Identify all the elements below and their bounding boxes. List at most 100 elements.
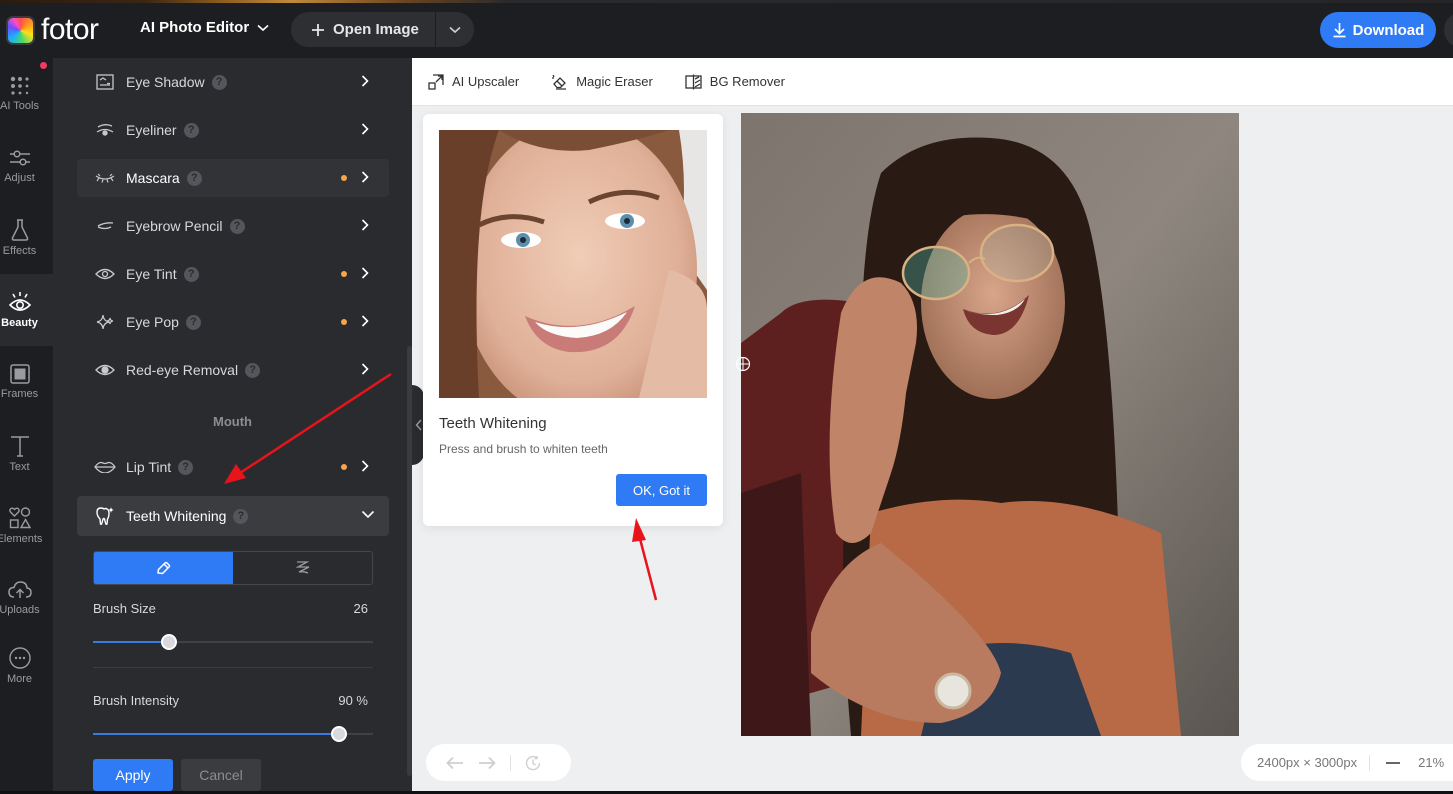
rail-label: Effects — [2, 245, 37, 257]
main-canvas-image[interactable] — [741, 113, 1239, 736]
help-icon[interactable]: ? — [183, 266, 199, 282]
open-image-button[interactable]: Open Image — [291, 12, 436, 47]
chevron-down-icon — [257, 24, 269, 31]
feature-label: Eye Shadow — [126, 74, 205, 90]
top-bar: fotor AI Photo Editor Open Image Downloa… — [0, 0, 1453, 58]
rail-label: Uploads — [0, 604, 40, 616]
erase-mode-button[interactable] — [233, 552, 372, 584]
pencil-icon — [156, 561, 170, 575]
help-icon[interactable]: ? — [233, 508, 249, 524]
download-icon — [1333, 23, 1346, 38]
eyebrow-icon — [94, 221, 116, 231]
mascara-icon — [94, 173, 116, 183]
help-icon[interactable]: ? — [183, 122, 199, 138]
rail-label: AI Tools — [0, 100, 39, 112]
chevron-right-icon — [361, 315, 369, 327]
logo-icon — [6, 15, 35, 45]
tooth-icon — [94, 506, 116, 526]
help-icon[interactable]: ? — [245, 362, 261, 378]
help-icon[interactable]: ? — [186, 170, 202, 186]
feature-label: Lip Tint — [126, 459, 172, 475]
fotor-editor: fotor AI Photo Editor Open Image Downloa… — [0, 0, 1453, 794]
feature-eye-pop[interactable]: Eye Pop ? — [77, 303, 389, 341]
help-icon[interactable]: ? — [185, 314, 201, 330]
feature-eyeliner[interactable]: Eyeliner ? — [77, 111, 389, 149]
account-avatar[interactable] — [1444, 12, 1453, 48]
zoom-controls: 2400px × 3000px 21% — [1241, 744, 1453, 781]
redo-button[interactable] — [478, 756, 496, 770]
apply-button[interactable]: Apply — [93, 759, 173, 791]
feature-eye-tint[interactable]: Eye Tint ? — [77, 255, 389, 293]
status-dot — [341, 271, 347, 277]
feature-lip-tint[interactable]: Lip Tint ? — [77, 448, 389, 486]
chevron-right-icon — [361, 219, 369, 231]
eye-shadow-icon — [94, 74, 116, 90]
rail-label: Adjust — [4, 172, 35, 184]
sliders-icon — [9, 150, 30, 166]
brush-size-slider[interactable] — [93, 634, 373, 650]
product-menu-label: AI Photo Editor — [140, 19, 250, 36]
flask-icon — [11, 219, 28, 241]
chevron-right-icon — [361, 171, 369, 183]
tip-ok-button[interactable]: OK, Got it — [616, 474, 707, 506]
feature-eyebrow-pencil[interactable]: Eyebrow Pencil ? — [77, 207, 389, 245]
tool-ai-upscaler[interactable]: AI Upscaler — [428, 73, 519, 90]
help-icon[interactable]: ? — [229, 218, 245, 234]
eraser-icon — [552, 74, 567, 90]
beauty-panel: Eye Shadow ? Eyeliner ? Mascara ? Eyebro… — [53, 58, 412, 794]
history-button[interactable] — [525, 755, 541, 771]
feature-teeth-whitening[interactable]: Teeth Whitening ? — [77, 496, 389, 536]
zoom-level: 21% — [1418, 755, 1445, 770]
feature-label: Eye Pop — [126, 314, 179, 330]
cloud-upload-icon — [7, 581, 32, 598]
feature-tip-card: Teeth Whitening Press and brush to white… — [423, 114, 723, 526]
chevron-right-icon — [361, 123, 369, 135]
open-image-group: Open Image — [291, 12, 474, 47]
product-menu[interactable]: AI Photo Editor — [140, 19, 269, 36]
feature-red-eye-removal[interactable]: Red-eye Removal ? — [77, 351, 389, 389]
brush-mode-button[interactable] — [94, 552, 233, 584]
download-button[interactable]: Download — [1320, 12, 1436, 48]
rail-item-beauty[interactable]: Beauty — [0, 274, 53, 346]
rail-item-frames[interactable]: Frames — [0, 346, 53, 418]
chevron-down-icon — [449, 26, 461, 33]
squiggle-erase-icon — [294, 561, 310, 574]
chevron-right-icon — [361, 460, 369, 472]
tool-magic-eraser[interactable]: Magic Eraser — [551, 74, 653, 90]
cancel-button[interactable]: Cancel — [181, 759, 261, 791]
feature-eye-shadow[interactable]: Eye Shadow ? — [77, 63, 389, 101]
undo-button[interactable] — [446, 756, 464, 770]
tool-bg-remover[interactable]: BG Remover — [685, 74, 785, 90]
tip-example-image — [439, 130, 707, 398]
help-icon[interactable]: ? — [178, 459, 194, 475]
brush-intensity-slider[interactable] — [93, 726, 373, 742]
rail-item-text[interactable]: Text — [0, 418, 53, 490]
chevron-left-icon — [415, 419, 422, 431]
slider-thumb[interactable] — [331, 726, 348, 742]
rail-item-more[interactable]: More — [0, 634, 53, 698]
slider-thumb[interactable] — [160, 634, 177, 650]
rail-item-effects[interactable]: Effects — [0, 202, 53, 274]
more-icon — [8, 647, 31, 669]
rail-item-elements[interactable]: Elements — [0, 490, 53, 562]
red-eye-icon — [94, 363, 116, 377]
brush-intensity-label: Brush Intensity — [93, 693, 179, 708]
chevron-right-icon — [361, 363, 369, 375]
eye-icon — [94, 267, 116, 281]
help-icon[interactable]: ? — [211, 74, 227, 90]
browser-strip — [0, 0, 1453, 3]
rail-item-adjust[interactable]: Adjust — [0, 130, 53, 202]
feature-mascara[interactable]: Mascara ? — [77, 159, 389, 197]
text-icon — [10, 436, 29, 457]
fotor-logo[interactable]: fotor — [6, 15, 99, 45]
zoom-out-button[interactable] — [1386, 761, 1401, 764]
logo-text: fotor — [41, 13, 99, 46]
feature-label: Mascara — [126, 170, 180, 186]
feature-label: Eye Tint — [126, 266, 177, 282]
brush-size-value: 26 — [353, 601, 368, 616]
rail-item-uploads[interactable]: Uploads — [0, 562, 53, 634]
rail-item-ai-tools[interactable]: AI Tools — [0, 58, 53, 130]
chevron-right-icon — [361, 267, 369, 279]
open-image-dropdown[interactable] — [436, 12, 474, 47]
arrow-right-icon — [479, 756, 496, 769]
